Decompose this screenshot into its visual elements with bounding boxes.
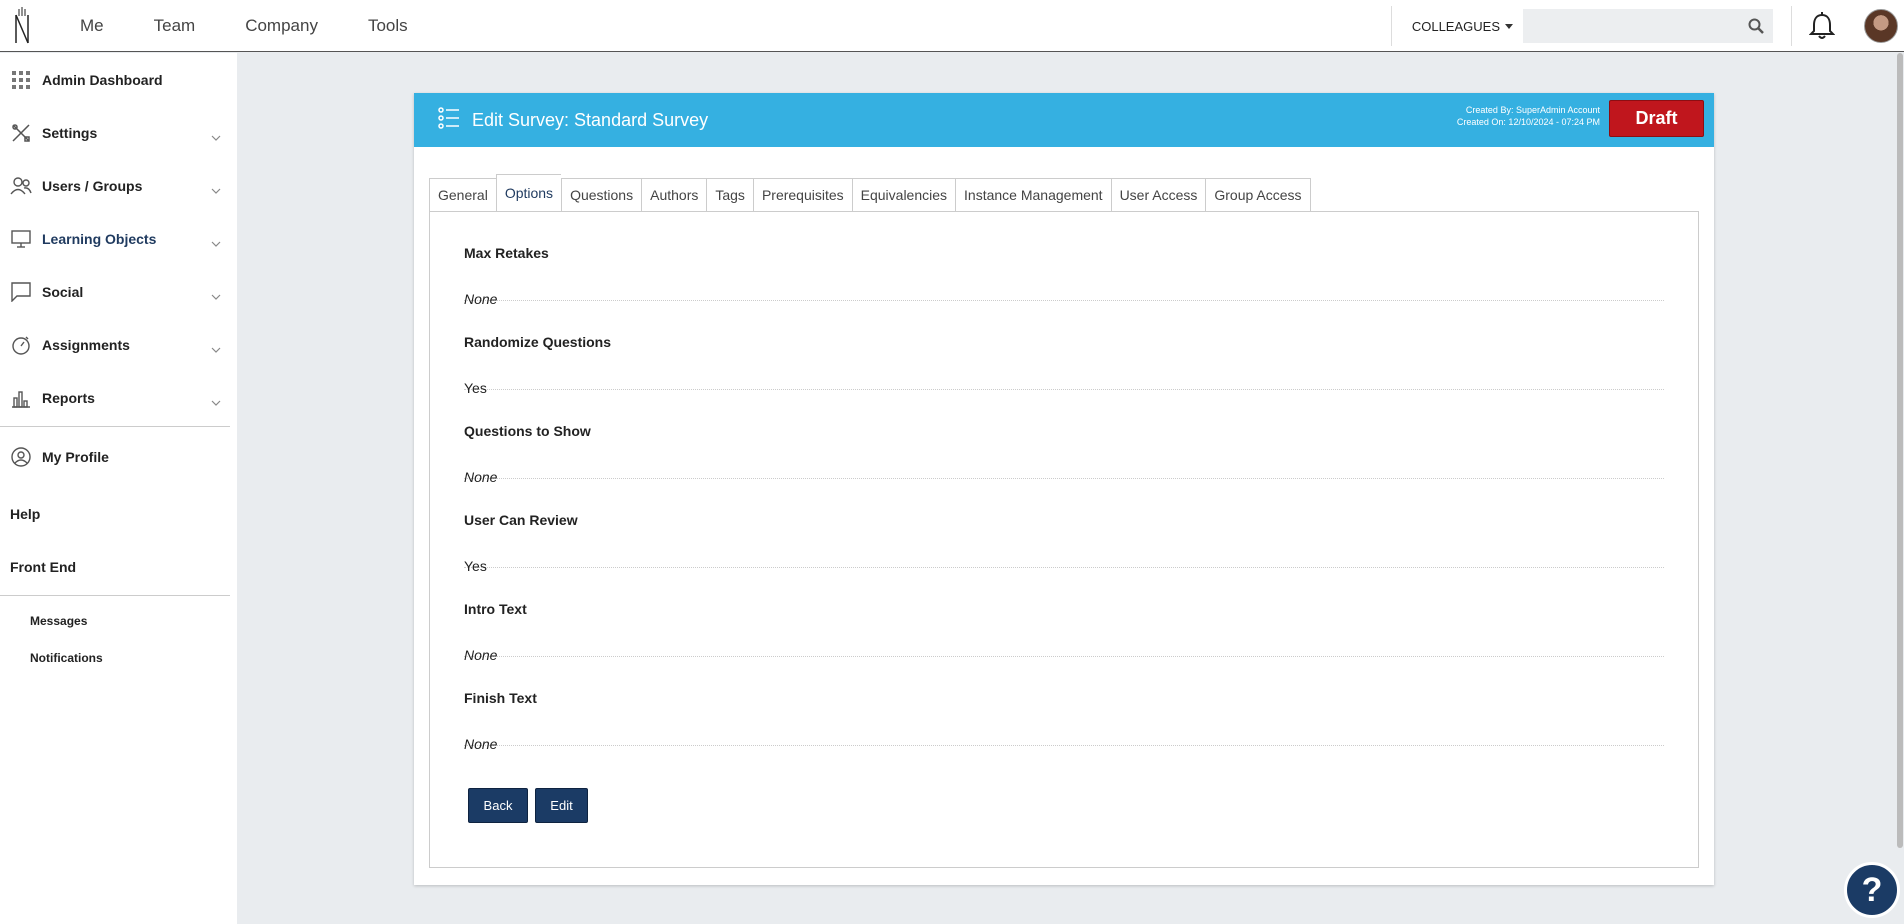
avatar[interactable] — [1864, 9, 1898, 43]
sidebar-item-users-groups[interactable]: Users / Groups — [0, 159, 237, 212]
option-randomize-questions: Randomize Questions Yes — [464, 301, 1664, 396]
sidebar-item-assignments[interactable]: Assignments — [0, 318, 237, 371]
option-label: Questions to Show — [464, 423, 591, 439]
colleagues-dropdown[interactable]: COLLEAGUES — [1392, 19, 1523, 34]
sidebar-item-notifications[interactable]: Notifications — [0, 639, 237, 676]
option-max-retakes: Max Retakes None — [464, 212, 1664, 307]
top-right-tools: COLLEAGUES — [1390, 0, 1904, 52]
sidebar-item-label: Settings — [42, 124, 98, 141]
option-value: None — [464, 736, 498, 752]
monitor-icon — [10, 228, 32, 250]
option-intro-text: Intro Text None — [464, 568, 1664, 663]
tab-instance-management[interactable]: Instance Management — [955, 178, 1111, 211]
nav-tools[interactable]: Tools — [368, 16, 408, 36]
colleagues-label: COLLEAGUES — [1411, 18, 1500, 34]
sidebar-item-label: Admin Dashboard — [42, 71, 163, 88]
option-finish-text: Finish Text None — [464, 657, 1664, 752]
search-input[interactable] — [1523, 9, 1773, 43]
sidebar-item-messages[interactable]: Messages — [0, 602, 237, 639]
tab-tags[interactable]: Tags — [706, 178, 753, 211]
sidebar-item-settings[interactable]: Settings — [0, 106, 237, 159]
option-label: Intro Text — [464, 601, 527, 617]
option-label: User Can Review — [464, 512, 578, 528]
sidebar-item-label: Learning Objects — [42, 230, 157, 247]
tab-general[interactable]: General — [429, 178, 496, 211]
tab-group-access[interactable]: Group Access — [1205, 178, 1311, 211]
sidebar-item-front-end[interactable]: Front End — [0, 540, 237, 593]
chevron-down-icon[interactable] — [211, 393, 221, 411]
back-button[interactable]: Back — [468, 788, 528, 823]
top-nav: Me Team Company Tools — [80, 16, 458, 36]
tab-authors[interactable]: Authors — [641, 178, 707, 211]
caret-down-icon — [1505, 23, 1513, 29]
created-on: Created On: 12/10/2024 - 07:24 PM — [1456, 117, 1600, 127]
search-box — [1523, 9, 1773, 43]
chevron-down-icon[interactable] — [211, 287, 221, 305]
sidebar-item-social[interactable]: Social — [0, 265, 237, 318]
sidebar: Admin Dashboard Settings Users / Groups … — [0, 53, 237, 924]
sidebar-item-label: My Profile — [42, 449, 109, 465]
logo-icon — [15, 6, 29, 43]
option-label: Max Retakes — [464, 245, 549, 261]
chevron-down-icon[interactable] — [211, 340, 221, 358]
options-panel: Max Retakes None Randomize Questions Yes… — [429, 211, 1699, 868]
sidebar-item-label: Social — [42, 283, 84, 300]
sidebar-item-my-profile[interactable]: My Profile — [0, 427, 237, 487]
tools-icon — [10, 122, 32, 144]
tab-equivalencies[interactable]: Equivalencies — [851, 178, 956, 211]
option-questions-to-show: Questions to Show None — [464, 390, 1664, 485]
scrollbar-thumb[interactable] — [1897, 53, 1903, 848]
chevron-down-icon[interactable] — [211, 128, 221, 146]
survey-meta: Created By: SuperAdmin Account Created O… — [1457, 104, 1600, 128]
bell-icon[interactable] — [1792, 0, 1852, 52]
status-badge[interactable]: Draft — [1609, 100, 1704, 137]
tab-questions[interactable]: Questions — [561, 178, 642, 211]
sidebar-item-label: Assignments — [42, 336, 130, 353]
sidebar-item-label: Users / Groups — [42, 177, 143, 194]
option-label: Randomize Questions — [464, 334, 612, 350]
page-scrollbar[interactable] — [1896, 53, 1904, 924]
user-circle-icon — [10, 446, 32, 468]
search-icon[interactable] — [1748, 18, 1764, 39]
nav-me[interactable]: Me — [80, 16, 104, 36]
help-button[interactable]: ? — [1844, 862, 1900, 918]
sidebar-item-help[interactable]: Help — [0, 487, 237, 540]
chevron-down-icon[interactable] — [211, 181, 221, 199]
top-bar: Me Team Company Tools COLLEAGUES — [0, 0, 1904, 52]
nav-company[interactable]: Company — [245, 16, 318, 36]
sidebar-item-reports[interactable]: Reports — [0, 371, 237, 424]
edit-button[interactable]: Edit — [535, 788, 588, 823]
tab-prerequisites[interactable]: Prerequisites — [752, 178, 852, 211]
users-icon — [10, 175, 32, 197]
sidebar-item-admin-dashboard[interactable]: Admin Dashboard — [0, 53, 237, 106]
nav-team[interactable]: Team — [154, 16, 196, 36]
chevron-down-icon[interactable] — [211, 234, 221, 252]
stopwatch-icon — [10, 334, 32, 356]
card-header: Edit Survey: Standard Survey Created By:… — [414, 93, 1714, 147]
chat-icon — [10, 281, 32, 303]
bar-chart-icon — [10, 387, 32, 409]
option-label: Finish Text — [464, 690, 537, 706]
tab-user-access[interactable]: User Access — [1110, 178, 1206, 211]
tab-options[interactable]: Options — [495, 174, 562, 211]
created-by: Created By: SuperAdmin Account — [1465, 105, 1600, 115]
option-user-can-review: User Can Review Yes — [464, 479, 1664, 574]
list-icon — [438, 106, 460, 134]
page-title: Edit Survey: Standard Survey — [472, 109, 709, 130]
tab-bar: General Options Questions Authors Tags P… — [429, 174, 1311, 211]
sidebar-divider — [0, 595, 230, 596]
sidebar-item-label: Reports — [42, 389, 95, 406]
edit-survey-card: Edit Survey: Standard Survey Created By:… — [414, 93, 1714, 885]
sidebar-item-learning-objects[interactable]: Learning Objects — [0, 212, 237, 265]
logo[interactable] — [0, 0, 44, 52]
grid-icon — [10, 69, 32, 91]
